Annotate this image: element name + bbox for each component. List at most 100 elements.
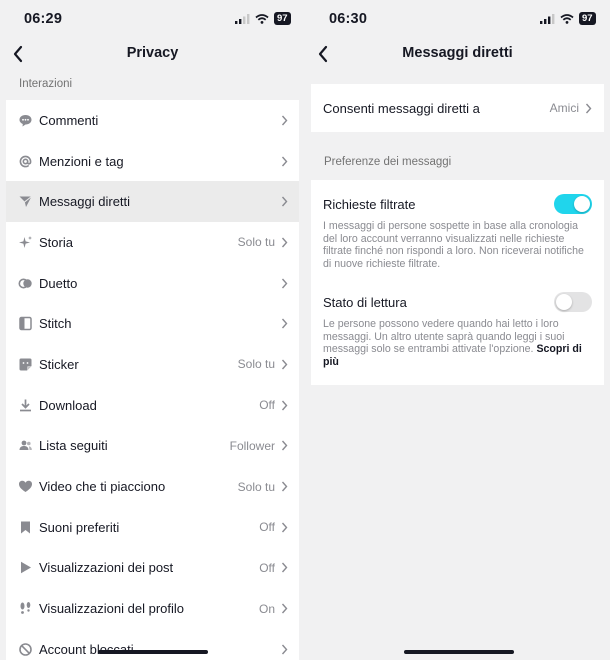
status-bar: 06:30 97 [305, 0, 610, 36]
status-time: 06:30 [329, 11, 368, 27]
toggle-knob [556, 294, 572, 310]
settings-item-label: Commenti [39, 112, 99, 128]
home-indicator[interactable] [404, 650, 514, 654]
download-icon [18, 398, 33, 413]
chevron-right-icon [281, 156, 288, 166]
settings-item-label: Download [39, 397, 97, 413]
heart-icon [18, 479, 33, 494]
read-status-toggle[interactable] [554, 292, 592, 312]
settings-item-label: Storia [39, 234, 73, 250]
settings-item-label: Duetto [39, 275, 78, 291]
settings-item-direct-messages[interactable]: Messaggi diretti [6, 181, 299, 223]
chevron-right-icon [281, 115, 288, 126]
settings-item-value: Off [259, 560, 275, 575]
chevron-right-icon [281, 400, 288, 411]
wifi-icon [560, 13, 574, 24]
read-status-setting: Stato di lettura Le persone possono vede… [323, 278, 592, 378]
settings-item-mentions[interactable]: Menzioni e tag [6, 141, 299, 182]
settings-item-label: Suoni preferiti [39, 519, 120, 535]
wifi-icon [255, 13, 269, 24]
settings-item-value: Follower [229, 438, 275, 453]
chevron-right-icon [281, 481, 288, 492]
filtered-requests-toggle[interactable] [554, 194, 592, 214]
status-icons: 97 [235, 12, 291, 25]
block-icon [18, 642, 33, 657]
filtered-requests-setting: Richieste filtrate I messaggi di persone… [323, 180, 592, 278]
settings-item-value: On [258, 601, 275, 616]
settings-item-favorite-sounds[interactable]: Suoni preferiti Off [6, 507, 299, 548]
signal-icon [235, 13, 250, 24]
nav-bar: Privacy [0, 36, 305, 72]
settings-item-label: Visualizzazioni dei post [39, 560, 174, 576]
settings-item-value: Solo tu [237, 235, 275, 250]
chevron-right-icon [281, 359, 288, 370]
settings-item-story[interactable]: Storia Solo tu [6, 222, 299, 263]
settings-item-label: Sticker [39, 356, 79, 372]
battery-indicator: 97 [579, 12, 596, 25]
chevron-right-icon [281, 603, 288, 614]
settings-item-label: Messaggi diretti [39, 194, 131, 210]
page-title: Messaggi diretti [402, 45, 513, 61]
stitch-icon [18, 316, 33, 331]
status-bar: 06:29 97 [0, 0, 305, 36]
allow-messages-row[interactable]: Consenti messaggi diretti a Amici [311, 84, 604, 132]
settings-item-value: Solo tu [237, 479, 275, 494]
at-icon [18, 154, 33, 169]
battery-indicator: 97 [274, 12, 291, 25]
read-status-text: Le persone possono vedere quando hai let… [323, 318, 565, 355]
allow-messages-label: Consenti messaggi diretti a [323, 100, 480, 116]
bookmark-icon [18, 520, 33, 535]
settings-item-label: Visualizzazioni del profilo [39, 601, 185, 617]
chevron-right-icon [281, 562, 288, 573]
nav-bar: Messaggi diretti [305, 36, 610, 72]
home-indicator[interactable] [98, 650, 208, 654]
settings-item-comments[interactable]: Commenti [6, 100, 299, 141]
chevron-right-icon [585, 103, 592, 113]
send-icon [18, 194, 33, 209]
message-preferences-card: Richieste filtrate I messaggi di persone… [311, 180, 604, 385]
settings-item-value: Off [259, 520, 275, 535]
chevron-right-icon [281, 644, 288, 655]
direct-messages-screen: 06:30 97 Messaggi diretti Consenti messa… [305, 0, 610, 660]
settings-item-label: Video che ti piacciono [39, 479, 166, 495]
settings-item-stitch[interactable]: Stitch [6, 303, 299, 344]
settings-item-label: Lista seguiti [39, 438, 108, 454]
chevron-right-icon [281, 278, 288, 289]
settings-item-value: Off [259, 398, 275, 413]
users-icon [18, 438, 33, 453]
settings-item-post-views[interactable]: Visualizzazioni dei post Off [6, 548, 299, 589]
settings-item-blocked-accounts[interactable]: Account bloccati [6, 629, 299, 660]
read-status-description: Le persone possono vedere quando hai let… [323, 318, 592, 368]
settings-item-duet[interactable]: Duetto [6, 263, 299, 304]
settings-item-profile-views[interactable]: Visualizzazioni del profilo On [6, 588, 299, 629]
play-icon [18, 560, 33, 575]
settings-item-sticker[interactable]: Sticker Solo tu [6, 344, 299, 385]
page-title: Privacy [126, 45, 179, 61]
toggle-knob [574, 196, 590, 212]
settings-item-download[interactable]: Download Off [6, 385, 299, 426]
filtered-requests-title: Richieste filtrate [323, 197, 416, 212]
allow-messages-value: Amici [549, 101, 579, 115]
privacy-screen: 06:29 97 Privacy Interazioni Commenti Me… [0, 0, 305, 660]
settings-item-liked-videos[interactable]: Video che ti piacciono Solo tu [6, 466, 299, 507]
allow-messages-card: Consenti messaggi diretti a Amici [311, 84, 604, 132]
section-label-message-preferences: Preferenze dei messaggi [324, 156, 452, 168]
chevron-right-icon [281, 440, 288, 451]
chevron-right-icon [281, 196, 288, 207]
sticker-icon [18, 357, 33, 372]
section-label-interactions: Interazioni [19, 78, 73, 90]
sparkle-icon [18, 235, 33, 250]
signal-icon [540, 13, 555, 24]
duet-icon [18, 276, 33, 291]
chevron-right-icon [281, 318, 288, 329]
settings-item-label: Menzioni e tag [39, 153, 124, 169]
comment-icon [18, 113, 33, 128]
read-status-title: Stato di lettura [323, 295, 407, 310]
status-icons: 97 [540, 12, 596, 25]
footprints-icon [18, 601, 33, 616]
settings-item-following-list[interactable]: Lista seguiti Follower [6, 426, 299, 467]
privacy-settings-list: Commenti Menzioni e tag Messaggi diretti… [6, 100, 299, 660]
chevron-right-icon [281, 522, 288, 533]
status-time: 06:29 [24, 11, 63, 27]
filtered-requests-description: I messaggi di persone sospette in base a… [323, 220, 584, 270]
